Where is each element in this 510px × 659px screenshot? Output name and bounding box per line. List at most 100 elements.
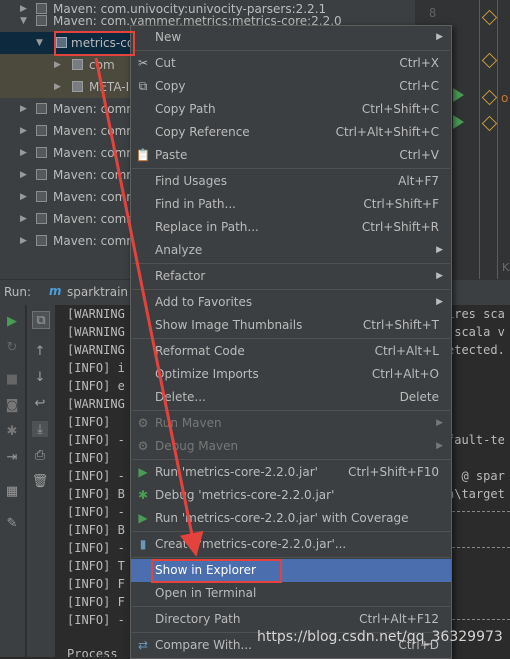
menu-item-optimize-imports[interactable]: Optimize Imports Ctrl+Alt+O <box>131 363 451 386</box>
menu-item-shortcut: Alt+F7 <box>398 174 439 188</box>
menu-item-run-jar[interactable]: ▶ Run 'metrics-core-2.2.0.jar' Ctrl+Shif… <box>131 461 451 484</box>
menu-item-label: Copy <box>155 79 186 93</box>
expand-arrow-icon[interactable]: ▶ <box>20 208 27 230</box>
layout-icon[interactable]: ▦ <box>4 483 20 499</box>
menu-item-shortcut: Delete <box>399 390 439 404</box>
soft-wrap-icon[interactable]: ↩ <box>32 395 48 411</box>
menu-item-replace-in-path[interactable]: Replace in Path... Ctrl+Shift+R <box>131 216 451 239</box>
collapse-arrow-icon[interactable]: ▼ <box>36 32 43 54</box>
expand-arrow-icon[interactable]: ▶ <box>20 230 27 252</box>
menu-item-label: Find Usages <box>155 174 228 188</box>
console-line: [WARNING <box>67 325 125 339</box>
run-tab-sparktrain[interactable]: sparktrain [ <box>67 285 137 299</box>
up-arrow-icon[interactable]: ↑ <box>32 343 48 359</box>
menu-item-shortcut: Ctrl+C <box>399 79 439 93</box>
rerun-icon[interactable]: ▶ <box>4 313 20 329</box>
camera-icon[interactable]: ◙ <box>4 397 20 413</box>
console-line: [INFO] <box>67 451 111 465</box>
tree-row-label: com <box>89 58 115 72</box>
collapse-arrow-icon[interactable]: ▼ <box>20 10 27 32</box>
menu-item-debug-jar[interactable]: ✱ Debug 'metrics-core-2.2.0.jar' <box>131 484 451 507</box>
menu-item-label: Create 'metrics-core-2.2.0.jar'... <box>155 537 347 551</box>
print-icon[interactable]: ⎙ <box>32 447 48 463</box>
menu-item-shortcut: Ctrl+Shift+R <box>361 220 439 234</box>
run-gutter-icon[interactable] <box>453 115 464 129</box>
breakpoint-marker-icon[interactable] <box>481 115 498 132</box>
menu-item-find-in-path[interactable]: Find in Path... Ctrl+Shift+F <box>131 193 451 216</box>
menu-item-find-usages[interactable]: Find Usages Alt+F7 <box>131 170 451 193</box>
submenu-arrow-icon: ▶ <box>436 271 443 281</box>
menu-item-label: Directory Path <box>155 612 241 626</box>
coverage-icon: ▶ <box>138 510 148 525</box>
code-fragment: o <box>501 91 509 105</box>
library-icon <box>36 147 47 158</box>
menu-item-label: Replace in Path... <box>155 220 259 234</box>
line-number: 8 <box>429 6 437 20</box>
stop-icon[interactable]: ■ <box>4 371 20 387</box>
console-fragment: ires sca <box>447 307 505 321</box>
pin-icon[interactable]: ✎ <box>4 515 20 531</box>
breakpoint-marker-icon[interactable] <box>481 52 498 69</box>
breakpoint-marker-icon[interactable] <box>481 9 498 26</box>
menu-item-copy[interactable]: ⧉ Copy Ctrl+C <box>131 75 451 98</box>
menu-item-analyze[interactable]: Analyze ▶ <box>131 239 451 262</box>
menu-item-label: Copy Reference <box>155 125 250 139</box>
menu-item-cut[interactable]: ✂ Cut Ctrl+X <box>131 52 451 75</box>
annotation-box-show-in-explorer <box>151 559 282 583</box>
console-toolbar: ⧉ ↑ ↓ ↩ ⤓ ⎙ 🗑 <box>26 305 55 657</box>
menu-item-run-maven[interactable]: ⚙ Run Maven ▶ <box>131 412 451 435</box>
expand-arrow-icon[interactable]: ▶ <box>20 164 27 186</box>
toggle-view-icon[interactable]: ⧉ <box>32 311 50 329</box>
menu-separator <box>132 168 450 169</box>
console-line: [INFO] F <box>67 577 125 591</box>
menu-item-directory-path[interactable]: Directory Path Ctrl+Alt+F12 <box>131 608 451 631</box>
rerun-failed-icon[interactable]: ↻ <box>4 339 20 355</box>
menu-item-delete[interactable]: Delete... Delete <box>131 386 451 409</box>
create-config-icon: ▮ <box>139 536 147 551</box>
menu-item-debug-maven[interactable]: ⚙ Debug Maven ▶ <box>131 435 451 458</box>
login-icon[interactable]: ⇥ <box>4 449 20 465</box>
console-fragment: ) @ spar <box>447 469 505 483</box>
menu-item-open-in-terminal[interactable]: Open in Terminal <box>131 582 451 605</box>
menu-item-show-image-thumbnails[interactable]: Show Image Thumbnails Ctrl+Shift+T <box>131 314 451 337</box>
menu-separator <box>132 50 450 51</box>
menu-item-shortcut: Ctrl+Shift+F <box>363 197 439 211</box>
console-line: [WARNING <box>67 307 125 321</box>
menu-item-new[interactable]: New ▶ <box>131 26 451 49</box>
run-icon: ▶ <box>138 464 148 479</box>
run-gutter-icon[interactable] <box>453 88 464 102</box>
menu-item-reformat-code[interactable]: Reformat Code Ctrl+Alt+L <box>131 340 451 363</box>
scroll-to-end-icon[interactable]: ⤓ <box>32 421 48 437</box>
menu-item-label: Add to Favorites <box>155 295 253 309</box>
menu-separator <box>132 338 450 339</box>
expand-arrow-icon[interactable]: ▶ <box>20 120 27 142</box>
tree-row-label: Maven: comm <box>53 124 138 138</box>
editor-tab-fragment: Ka <box>502 261 510 274</box>
console-line: [INFO] i <box>67 361 125 375</box>
console-fragment: scala v <box>447 325 505 339</box>
menu-item-add-to-favorites[interactable]: Add to Favorites ▶ <box>131 291 451 314</box>
menu-item-create-config[interactable]: ▮ Create 'metrics-core-2.2.0.jar'... <box>131 533 451 556</box>
library-icon <box>36 191 47 202</box>
menu-item-copy-path[interactable]: Copy Path Ctrl+Shift+C <box>131 98 451 121</box>
tree-row-label: Maven: comm <box>53 146 138 160</box>
expand-arrow-icon[interactable]: ▶ <box>20 98 27 120</box>
debug-bug-icon[interactable]: ✱ <box>4 423 20 439</box>
expand-arrow-icon[interactable]: ▶ <box>54 76 61 98</box>
gear-icon: ⚙ <box>137 415 149 430</box>
down-arrow-icon[interactable]: ↓ <box>32 369 48 385</box>
breakpoint-marker-icon[interactable] <box>481 89 498 106</box>
menu-item-label: Refactor <box>155 269 206 283</box>
scissors-icon: ✂ <box>137 55 149 70</box>
menu-item-shortcut: Ctrl+Shift+T <box>362 318 439 332</box>
expand-arrow-icon[interactable]: ▶ <box>20 142 27 164</box>
console-line: [INFO] - <box>67 541 125 555</box>
menu-item-copy-reference[interactable]: Copy Reference Ctrl+Alt+Shift+C <box>131 121 451 144</box>
menu-item-paste[interactable]: 📋 Paste Ctrl+V <box>131 144 451 167</box>
menu-item-run-with-coverage[interactable]: ▶ Run 'metrics-core-2.2.0.jar' with Cove… <box>131 507 451 530</box>
menu-item-refactor[interactable]: Refactor ▶ <box>131 265 451 288</box>
expand-arrow-icon[interactable]: ▶ <box>20 186 27 208</box>
console-line: [INFO] - <box>67 469 125 483</box>
trash-icon[interactable]: 🗑 <box>32 473 49 489</box>
expand-arrow-icon[interactable]: ▶ <box>54 54 61 76</box>
